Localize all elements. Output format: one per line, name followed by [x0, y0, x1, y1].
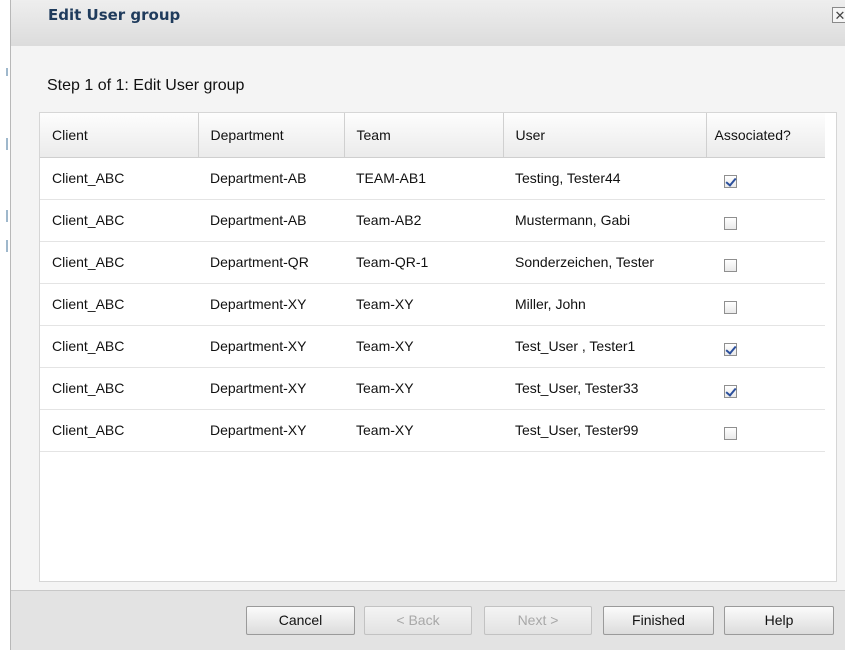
- cell-associated: [706, 283, 825, 326]
- column-header-user[interactable]: User: [503, 113, 707, 158]
- table-header-row: Client Department Team User Associated?: [40, 113, 825, 158]
- cell-user: Miller, John: [503, 283, 706, 326]
- dialog-title-bar[interactable]: Edit User group ✕: [11, 0, 845, 46]
- help-button[interactable]: Help: [724, 606, 834, 635]
- table-row[interactable]: Client_ABC Department-XY Team-XY Test_User …: [40, 325, 825, 368]
- cell-user: Mustermann, Gabi: [503, 199, 706, 242]
- cancel-button[interactable]: Cancel: [246, 606, 355, 635]
- close-icon[interactable]: ✕: [832, 7, 845, 23]
- cell-user: Test_User , Tester1: [503, 325, 706, 368]
- cell-client: Client_ABC: [40, 157, 198, 200]
- cell-associated: [706, 241, 825, 284]
- cell-client: Client_ABC: [40, 409, 198, 452]
- associated-checkbox[interactable]: [724, 301, 737, 314]
- cell-department: Department-AB: [198, 199, 344, 242]
- cell-client: Client_ABC: [40, 283, 198, 326]
- table-body: Client_ABC Department-AB TEAM-AB1 Testing, …: [40, 157, 825, 452]
- cell-department: Department-XY: [198, 367, 344, 410]
- cell-department: Department-XY: [198, 325, 344, 368]
- cell-user: Test_User, Tester99: [503, 409, 706, 452]
- cell-team: Team-QR-1: [344, 241, 503, 284]
- cell-user: Test_User, Tester33: [503, 367, 706, 410]
- cell-team: TEAM-AB1: [344, 157, 503, 200]
- table-row[interactable]: Client_ABC Department-XY Team-XY Test_User,…: [40, 409, 825, 452]
- column-header-client[interactable]: Client: [40, 113, 199, 158]
- column-header-department[interactable]: Department: [198, 113, 345, 158]
- cell-associated: [706, 325, 825, 368]
- background-window-edge: [0, 0, 10, 650]
- cell-team: Team-XY: [344, 283, 503, 326]
- table-row[interactable]: Client_ABC Department-XY Team-XY Miller, Jo…: [40, 283, 825, 326]
- cell-associated: [706, 367, 825, 410]
- cell-department: Department-AB: [198, 157, 344, 200]
- cell-department: Department-XY: [198, 409, 344, 452]
- associated-checkbox[interactable]: [724, 343, 737, 356]
- cell-associated: [706, 199, 825, 242]
- associated-checkbox[interactable]: [724, 217, 737, 230]
- cell-team: Team-XY: [344, 409, 503, 452]
- cell-client: Client_ABC: [40, 367, 198, 410]
- finished-button[interactable]: Finished: [603, 606, 714, 635]
- cell-client: Client_ABC: [40, 199, 198, 242]
- table-row[interactable]: Client_ABC Department-XY Team-XY Test_User,…: [40, 367, 825, 410]
- cell-team: Team-XY: [344, 325, 503, 368]
- cell-team: Team-AB2: [344, 199, 503, 242]
- associated-checkbox[interactable]: [724, 259, 737, 272]
- cell-client: Client_ABC: [40, 325, 198, 368]
- step-title: Step 1 of 1: Edit User group: [47, 77, 245, 94]
- back-button[interactable]: < Back: [364, 606, 472, 635]
- dialog-content: Step 1 of 1: Edit User group Client Depa…: [11, 46, 845, 590]
- dialog-footer: Cancel < Back Next > Finished Help: [11, 590, 845, 650]
- associated-checkbox[interactable]: [724, 385, 737, 398]
- table-row[interactable]: Client_ABC Department-AB Team-AB2 Musterman…: [40, 199, 825, 242]
- edit-user-group-dialog: Edit User group ✕ Step 1 of 1: Edit User…: [10, 0, 845, 650]
- associated-checkbox[interactable]: [724, 427, 737, 440]
- user-group-table: Client Department Team User Associated? …: [39, 112, 837, 582]
- cell-client: Client_ABC: [40, 241, 198, 284]
- next-button[interactable]: Next >: [484, 606, 592, 635]
- cell-user: Testing, Tester44: [503, 157, 706, 200]
- edge-mark: [6, 68, 8, 76]
- edge-mark: [6, 210, 8, 222]
- associated-checkbox[interactable]: [724, 175, 737, 188]
- edge-mark: [6, 138, 8, 150]
- dialog-title: Edit User group: [48, 6, 181, 24]
- cell-department: Department-QR: [198, 241, 344, 284]
- cell-associated: [706, 157, 825, 200]
- table-row[interactable]: Client_ABC Department-QR Team-QR-1 Sonderze…: [40, 241, 825, 284]
- cell-user: Sonderzeichen, Tester: [503, 241, 706, 284]
- column-header-team[interactable]: Team: [344, 113, 504, 158]
- cell-associated: [706, 409, 825, 452]
- column-header-associated[interactable]: Associated?: [706, 113, 825, 158]
- cell-department: Department-XY: [198, 283, 344, 326]
- cell-team: Team-XY: [344, 367, 503, 410]
- edge-mark: [6, 240, 8, 252]
- table-row[interactable]: Client_ABC Department-AB TEAM-AB1 Testing, …: [40, 157, 825, 200]
